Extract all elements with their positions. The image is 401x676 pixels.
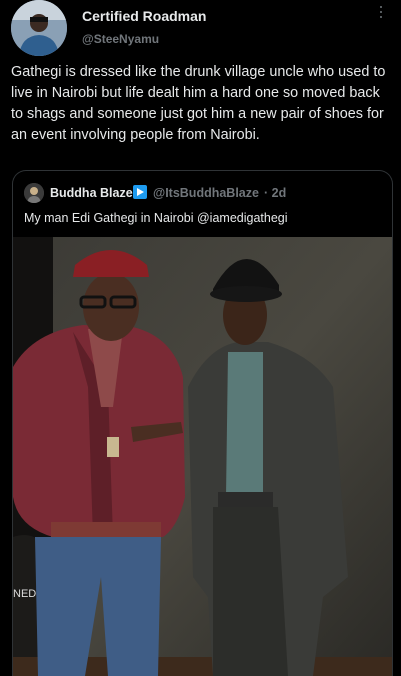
quoted-timestamp[interactable]: · 2d <box>264 186 286 200</box>
quoted-author-handle[interactable]: @ItsBuddhaBlaze <box>153 186 259 200</box>
photo-partial-text: NED <box>13 588 36 600</box>
quoted-author-name[interactable]: Buddha Blaze <box>50 186 133 200</box>
author-avatar[interactable] <box>11 0 67 56</box>
author-handle[interactable]: @SteeNyamu <box>82 32 159 46</box>
tweet-text: Gathegi is dressed like the drunk villag… <box>11 64 386 143</box>
more-vertical-icon[interactable] <box>379 6 383 21</box>
author-display-name[interactable]: Certified Roadman <box>82 8 206 24</box>
quoted-tweet-text: My man Edi Gathegi in Nairobi @iamedigat… <box>24 211 288 225</box>
quoted-tweet[interactable]: Buddha Blaze @ItsBuddhaBlaze · 2d My man… <box>12 170 393 676</box>
quoted-author-avatar[interactable] <box>24 183 44 203</box>
verified-badge-icon <box>133 185 147 199</box>
quoted-photo[interactable]: NED <box>13 237 392 676</box>
tweet-header: Certified Roadman @SteeNyamu <box>0 0 401 60</box>
